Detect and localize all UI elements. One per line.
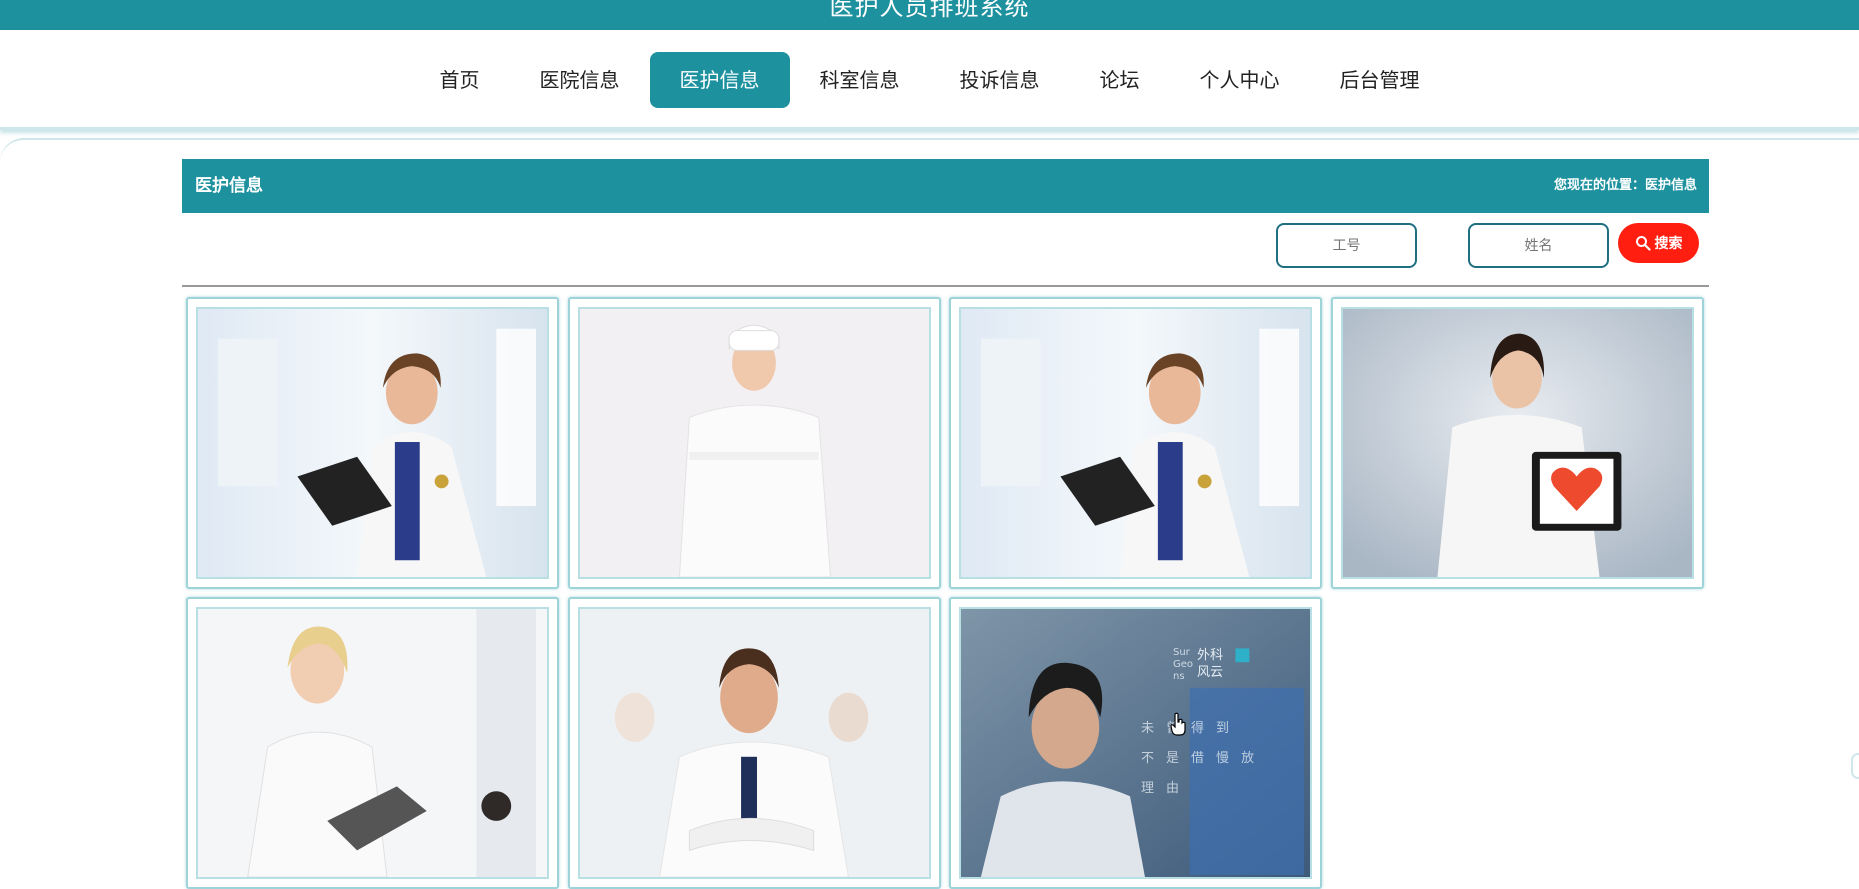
- verse-char: 借: [1191, 751, 1217, 766]
- nav-item-complaint[interactable]: 投诉信息: [930, 52, 1070, 108]
- main-nav: 首页 医院信息 医护信息 科室信息 投诉信息 论坛 个人中心 后台管理: [0, 30, 1859, 130]
- poster-text-en-1: Sur: [1173, 647, 1190, 658]
- poster-text-en: Sur Geo ns: [1173, 647, 1193, 683]
- staff-photo: [578, 307, 931, 579]
- nav-item-forum[interactable]: 论坛: [1070, 52, 1170, 108]
- staff-card[interactable]: [186, 597, 559, 889]
- verse-char: 到: [1216, 721, 1242, 736]
- staff-card[interactable]: 外科 风云 Sur Geo ns 未曾得到 不是借慢放 理由: [949, 597, 1322, 889]
- poster-text: 外科 风云: [1197, 647, 1223, 681]
- verse-char: 得: [1191, 721, 1217, 736]
- staff-card[interactable]: [568, 297, 941, 589]
- poster-text-en-3: ns: [1173, 671, 1185, 682]
- staff-card[interactable]: [568, 597, 941, 889]
- nav-item-personal-center[interactable]: 个人中心: [1170, 52, 1310, 108]
- breadcrumb: 您现在的位置：医护信息: [1553, 178, 1697, 193]
- nav-item-department[interactable]: 科室信息: [790, 52, 930, 108]
- nav-item-admin[interactable]: 后台管理: [1310, 52, 1450, 108]
- app-header: 医护人员排班系统: [0, 0, 1859, 30]
- nav-item-medical-staff[interactable]: 医护信息: [649, 52, 790, 108]
- verse-char: 是: [1166, 751, 1192, 766]
- staff-photo: [959, 307, 1312, 579]
- nav-item-hospital[interactable]: 医院信息: [510, 52, 650, 108]
- divider: [182, 285, 1709, 287]
- verse-char: 理: [1141, 781, 1167, 796]
- app-title: 医护人员排班系统: [829, 0, 1030, 21]
- verse-char: 不: [1141, 751, 1167, 766]
- poster-text-en-2: Geo: [1173, 659, 1194, 670]
- staff-card[interactable]: [1331, 297, 1704, 589]
- verse-char: 放: [1241, 751, 1267, 766]
- poster-text-surgeons-2: 风云: [1197, 665, 1224, 680]
- section-title: 医护信息: [195, 176, 263, 196]
- nav-item-home[interactable]: 首页: [410, 52, 510, 108]
- verse-char: 由: [1166, 781, 1192, 796]
- poster-verse: 未曾得到 不是借慢放 理由: [1141, 714, 1266, 804]
- verse-char: 未: [1141, 721, 1167, 736]
- search-icon: [1635, 236, 1651, 251]
- hand-cursor-icon: [1170, 712, 1186, 736]
- poster-text-surgeons-1: 外科: [1197, 648, 1224, 663]
- staff-photo: [1341, 307, 1694, 579]
- search-button-label: 搜索: [1654, 236, 1683, 252]
- staff-photo: 外科 风云 Sur Geo ns 未曾得到 不是借慢放 理由: [959, 607, 1312, 879]
- staff-photo: [196, 607, 549, 879]
- staff-photo: [196, 307, 549, 579]
- search-button[interactable]: 搜索: [1618, 223, 1699, 263]
- scroll-handle[interactable]: [1851, 753, 1859, 779]
- job-number-input[interactable]: [1276, 223, 1417, 268]
- staff-photo: [578, 607, 931, 879]
- staff-card[interactable]: [949, 297, 1322, 589]
- staff-card[interactable]: [186, 297, 559, 589]
- verse-char: 慢: [1216, 751, 1242, 766]
- name-input[interactable]: [1468, 223, 1609, 268]
- section-header: 医护信息 您现在的位置：医护信息: [182, 159, 1709, 213]
